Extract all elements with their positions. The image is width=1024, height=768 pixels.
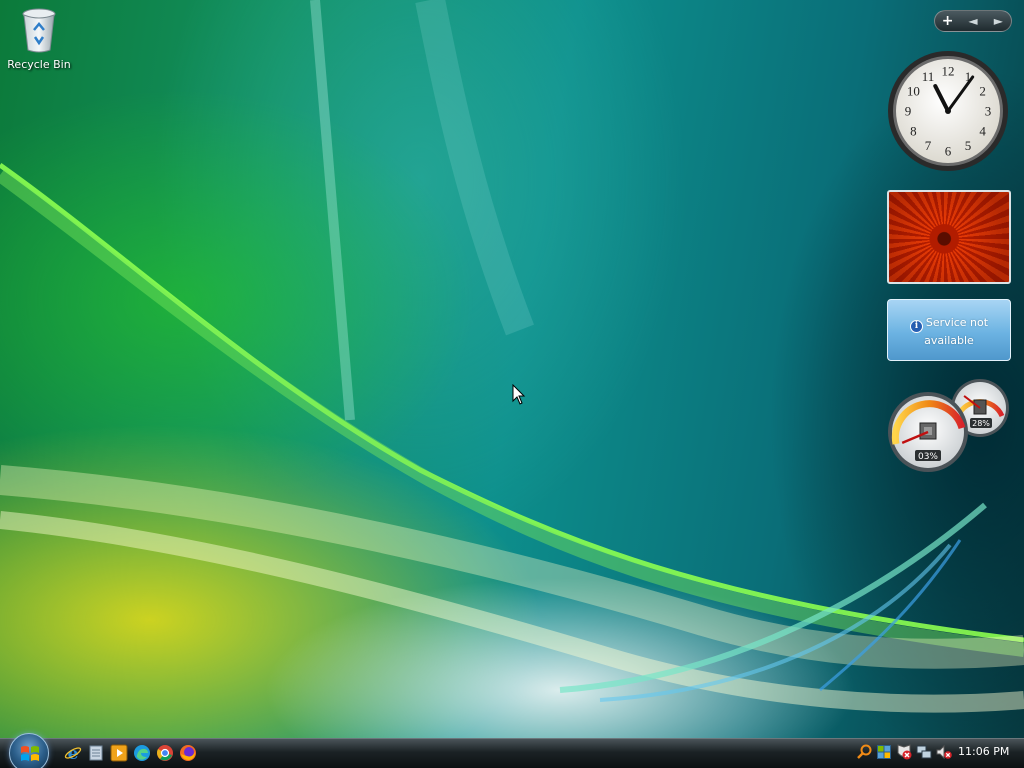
clock-numeral: 9 (905, 104, 912, 119)
cpu-meter-gadget[interactable]: 28% 03% (884, 378, 1016, 474)
clock-numeral: 11 (922, 69, 935, 84)
svg-text:e: e (68, 744, 79, 762)
info-icon: i (909, 320, 923, 333)
clock-gadget[interactable]: 12 1234567891011 (886, 49, 1010, 173)
slideshow-gadget[interactable] (887, 190, 1011, 284)
clock-numeral: 12 (942, 64, 955, 79)
next-page-button[interactable]: ► (987, 14, 1009, 28)
cpu-percent-label: 03% (918, 452, 938, 462)
volume-muted-icon[interactable] (936, 744, 952, 760)
clock-numeral: 10 (907, 84, 920, 99)
weather-message: Service not available (924, 316, 989, 347)
memory-percent-label: 28% (972, 419, 990, 428)
windows-defender-icon[interactable] (876, 744, 892, 760)
windows-flag-icon (21, 746, 39, 761)
clock-numeral: 2 (979, 84, 986, 99)
chrome-icon[interactable] (156, 744, 174, 762)
internet-explorer-icon[interactable]: e (64, 744, 82, 762)
desktop-icon-label: Recycle Bin (7, 58, 71, 71)
weather-gadget[interactable]: i Service not available (887, 299, 1011, 361)
edge-icon[interactable] (133, 744, 151, 762)
desktop: Recycle Bin + ◄ ► 12 1 2 3 4 5 6 7 8 9 10 11 i Servi… (0, 0, 1024, 738)
show-desktop-icon[interactable] (87, 744, 105, 762)
clock-numeral: 8 (910, 124, 917, 139)
network-icon[interactable] (916, 744, 932, 760)
clock-numeral: 3 (985, 104, 992, 119)
security-alert-icon[interactable] (896, 744, 912, 760)
mouse-cursor (512, 384, 526, 405)
search-icon[interactable] (856, 744, 872, 760)
clock-numeral: 5 (965, 138, 972, 153)
previous-page-button[interactable]: ◄ (962, 14, 984, 28)
add-gadget-button[interactable]: + (937, 13, 959, 29)
start-button[interactable] (9, 733, 49, 768)
clock-numeral: 7 (925, 138, 932, 153)
clock-numeral: 4 (979, 124, 986, 139)
firefox-icon[interactable] (179, 744, 197, 762)
clock-numeral: 6 (945, 144, 952, 159)
media-player-icon[interactable] (110, 744, 128, 762)
recycle-bin-icon (22, 8, 56, 53)
taskbar-clock[interactable]: 11:06 PM (958, 745, 1009, 758)
wallpaper (0, 0, 1024, 713)
desktop-icon-recycle-bin[interactable]: Recycle Bin (4, 6, 74, 71)
sidebar-controls: + ◄ ► (934, 10, 1012, 32)
